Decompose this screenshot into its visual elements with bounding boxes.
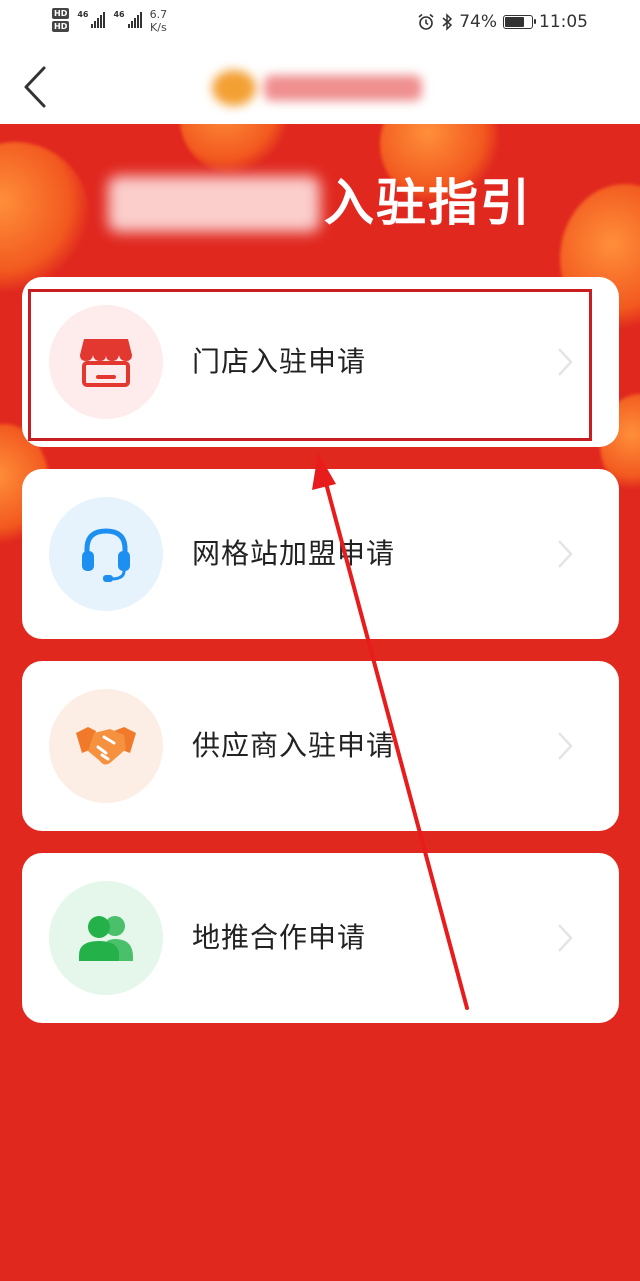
handshake-icon	[76, 727, 136, 765]
chevron-right-icon	[558, 540, 573, 568]
supplier-application-card[interactable]: 供应商入驻申请	[22, 661, 619, 831]
decorative-orange-2	[180, 124, 290, 174]
network-speed: 6.7 K/s	[150, 8, 168, 34]
chevron-right-icon	[558, 348, 573, 376]
hd-badge-1: HD	[52, 8, 70, 19]
speed-value: 6.7	[149, 8, 168, 21]
headset-icon-circle	[49, 497, 163, 611]
storefront-icon	[80, 339, 132, 387]
users-icon-circle	[49, 881, 163, 995]
page-heading: 入驻指引	[324, 174, 532, 232]
title-prefix-redacted	[108, 176, 320, 232]
signal-label-2: 46	[113, 10, 125, 19]
users-icon	[79, 916, 133, 961]
status-bar: HD HD 46 46 6.7 K/s 74% 11:05	[0, 0, 640, 46]
status-left: HD HD 46 46 6.7 K/s	[52, 8, 167, 34]
battery-icon	[503, 15, 536, 29]
store-icon-circle	[49, 305, 163, 419]
handshake-icon-circle	[49, 689, 163, 803]
supplier-application-label: 供应商入驻申请	[192, 729, 396, 762]
bluetooth-icon	[442, 13, 453, 31]
decorative-orange-1	[0, 142, 90, 292]
nav-bar	[0, 46, 640, 124]
ground-promotion-application-label: 地推合作申请	[192, 921, 367, 954]
chevron-right-icon	[558, 924, 573, 952]
ground-promotion-application-card[interactable]: 地推合作申请	[22, 853, 619, 1023]
speed-unit: K/s	[150, 21, 167, 34]
status-right: 74% 11:05	[417, 12, 588, 32]
headset-icon	[82, 528, 130, 582]
signal-icon-1: 46	[77, 10, 106, 28]
grid-station-application-label: 网格站加盟申请	[192, 537, 396, 570]
back-button[interactable]	[18, 64, 58, 110]
clock: 11:05	[539, 12, 588, 32]
chevron-right-icon	[558, 732, 573, 760]
hd-indicators: HD HD	[52, 8, 70, 32]
hd-badge-2: HD	[52, 21, 70, 32]
page-title-redacted	[212, 68, 422, 108]
battery-percent: 74%	[459, 12, 497, 32]
store-application-label: 门店入驻申请	[192, 345, 367, 378]
chevron-left-icon	[24, 66, 46, 108]
grid-station-application-card[interactable]: 网格站加盟申请	[22, 469, 619, 639]
signal-label-1: 46	[77, 10, 89, 19]
alarm-icon	[418, 13, 434, 30]
store-application-card[interactable]: 门店入驻申请	[22, 277, 619, 447]
signal-icon-2: 46	[113, 10, 142, 28]
